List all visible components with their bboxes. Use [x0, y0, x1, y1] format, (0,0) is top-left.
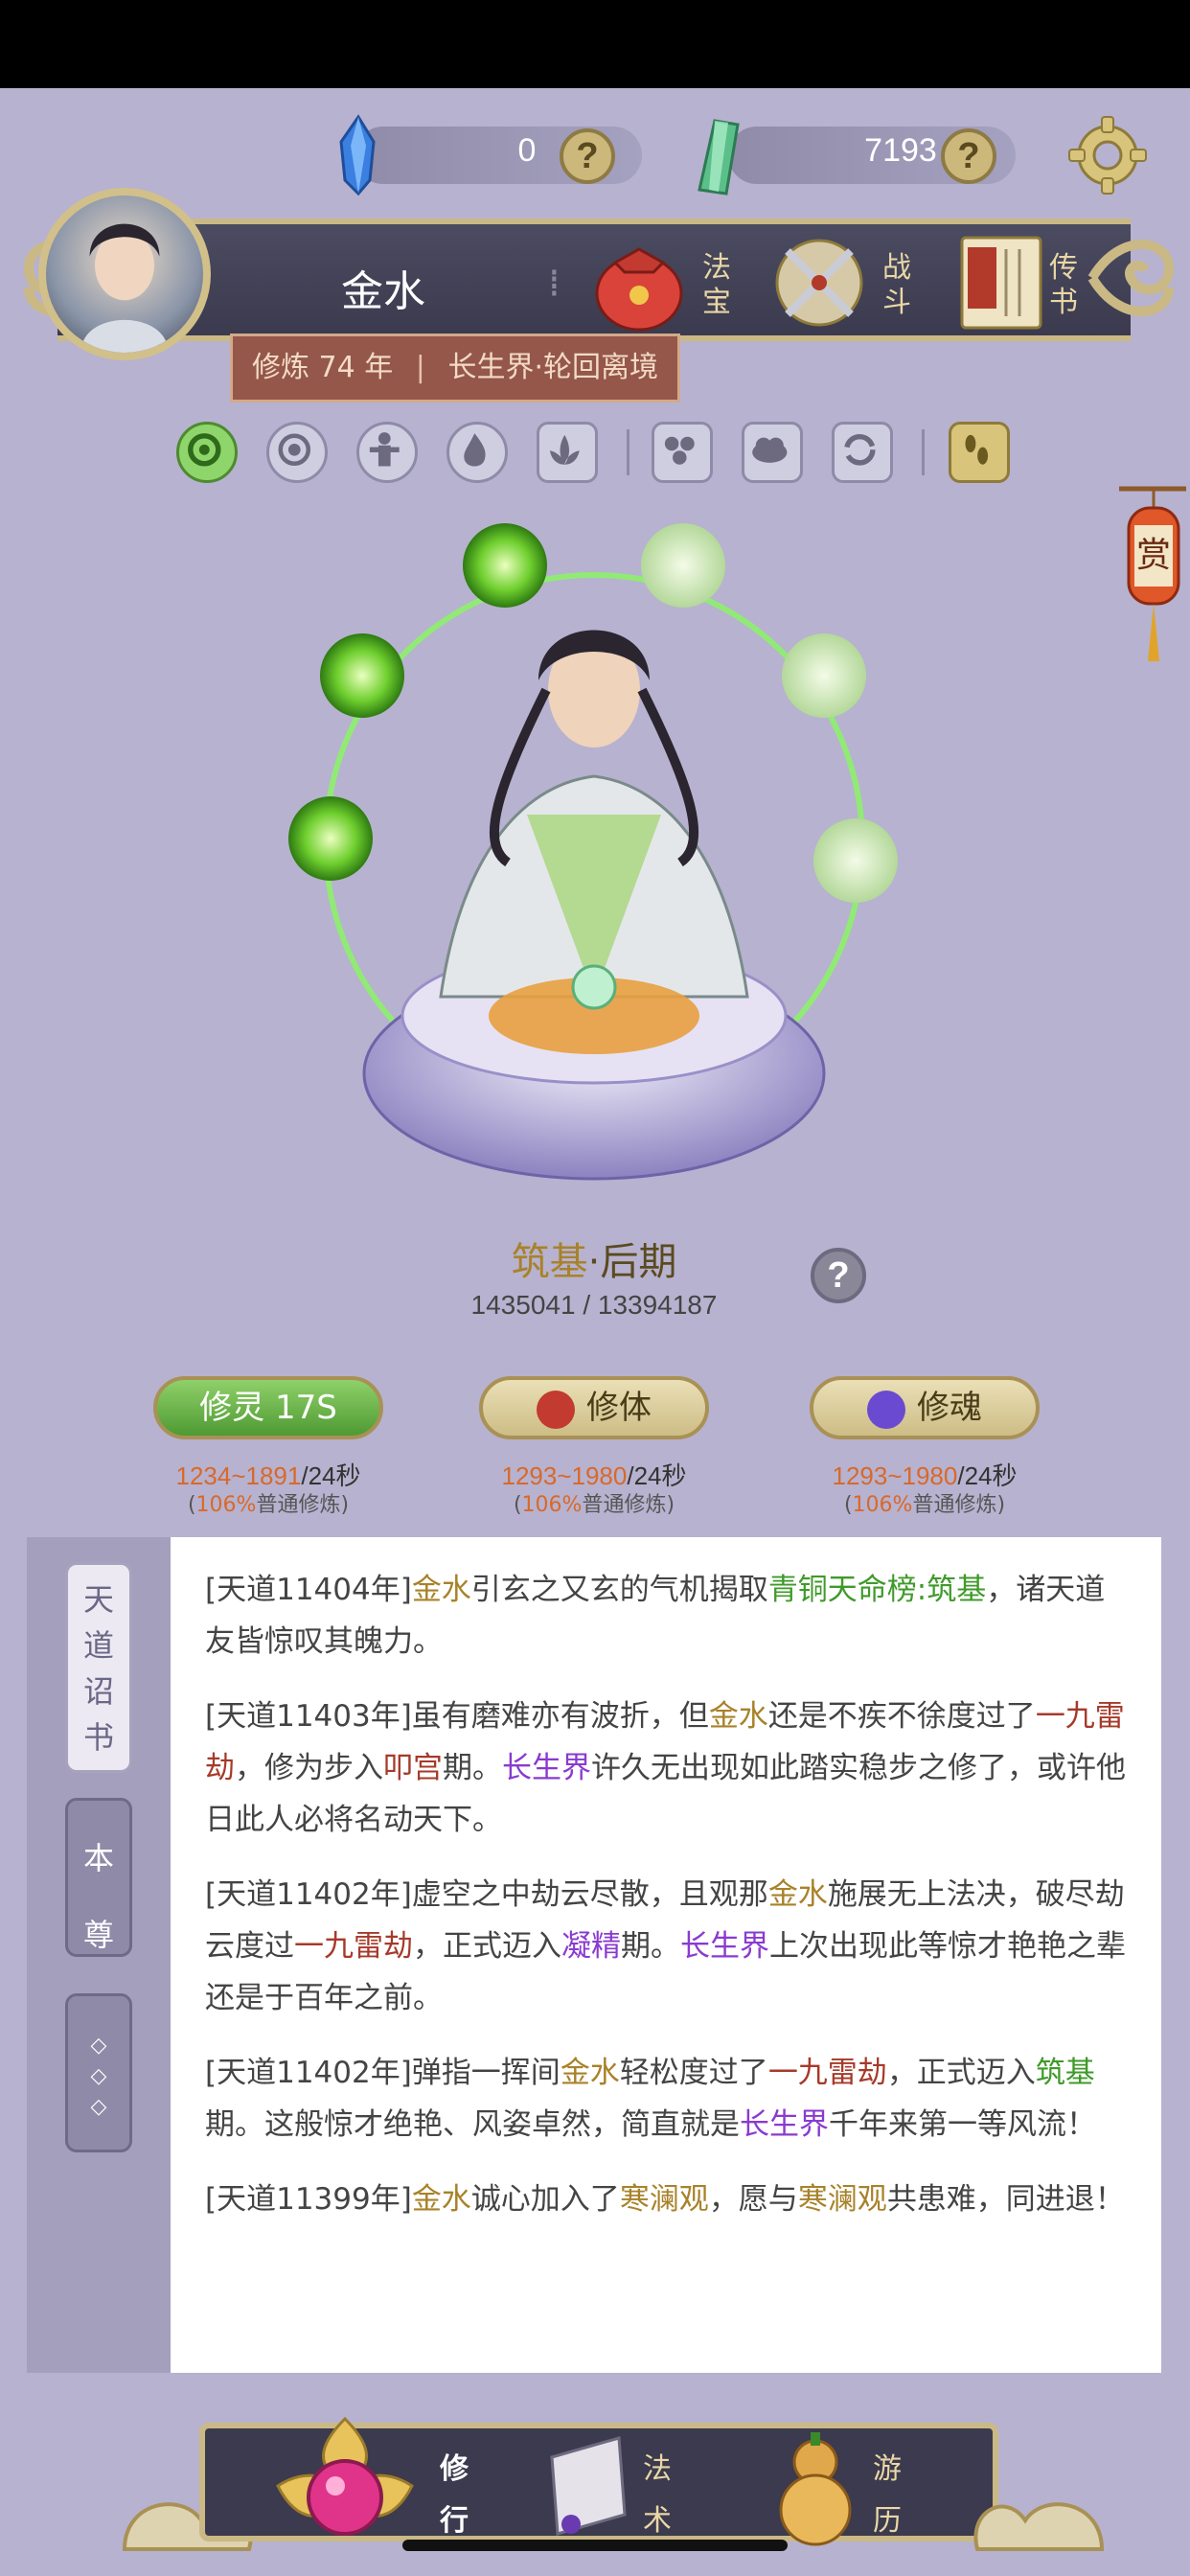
- log-entry: [天道11403年]虽有磨难亦有波折，但金水还是不疾不徐度过了一九雷劫，修为步入…: [205, 1699, 1126, 1837]
- realm-help-button[interactable]: ?: [811, 1248, 866, 1303]
- tab-divider: [627, 429, 629, 475]
- scroll-book-icon: [960, 236, 1042, 330]
- train-spirit-note: (106%普通修炼): [187, 1493, 350, 1517]
- nav-travel-label: 游历: [873, 2452, 902, 2538]
- lantern-label: 赏: [1135, 536, 1171, 575]
- flame-icon: [464, 433, 486, 467]
- train-spirit: 修灵 17S 1234~1891/24秒 (106%普通修炼): [125, 1361, 412, 1517]
- cultivation-years: 修炼 74 年: [252, 351, 394, 384]
- footprints-icon: [965, 434, 989, 465]
- ring-icon: [188, 433, 221, 467]
- crossed-swords-icon: [775, 239, 863, 327]
- log-entry: [天道11402年]弹指一挥间金水轻松度过了一九雷劫，正式迈入筑基期。这般惊才绝…: [205, 2056, 1096, 2142]
- lotus-icon: [549, 434, 580, 465]
- tab-self[interactable]: 本尊: [65, 1798, 132, 1957]
- realm-title: 筑基·后期 1435041 / 13394187: [364, 1230, 824, 1336]
- crystal-icon: [339, 114, 376, 196]
- tab-body[interactable]: [356, 422, 418, 483]
- cultivation-tab-row: [172, 422, 1016, 489]
- tab-more[interactable]: ◇◇◇: [65, 1993, 132, 2152]
- message-book-label: 传书: [1049, 251, 1078, 319]
- tab-fire[interactable]: [446, 422, 508, 483]
- cultivation-info-strip: 修炼 74 年 | 长生界·轮回离境: [230, 334, 680, 402]
- battle-menu-button[interactable]: 战斗: [767, 230, 920, 335]
- log-entry: [天道11404年]金水引玄之又玄的气机揭取青铜天命榜:筑基，诸天道友皆惊叹其魄…: [205, 1573, 1106, 1659]
- lotus-orb-icon: [276, 2416, 414, 2536]
- train-soul: 修魂 1293~1980/24秒 (106%普通修炼): [781, 1361, 1068, 1517]
- log-entry: [天道11402年]虚空之中劫云尽散，且观那金水施展无上法决，破尽劫云度过一九雷…: [205, 1877, 1126, 2015]
- train-body-button[interactable]: 修体: [479, 1376, 709, 1439]
- chronicle-side-tabs: 天道诏书 本尊 ◇◇◇: [27, 1537, 171, 2373]
- scroll-icon: [550, 2436, 627, 2536]
- soul-training-icon: [867, 1390, 905, 1429]
- tab-aura[interactable]: [266, 422, 328, 483]
- tab-cloud[interactable]: [742, 422, 803, 483]
- gourd-icon: [779, 2432, 852, 2546]
- tab-formation[interactable]: [652, 422, 713, 483]
- world-location: 长生界·轮回离境: [447, 351, 658, 384]
- nav-spells-label: 法术: [643, 2452, 672, 2538]
- battle-label: 战斗: [882, 251, 911, 319]
- figure-icon: [369, 432, 400, 467]
- train-spirit-button[interactable]: 修灵 17S: [153, 1376, 383, 1439]
- divider: ⁞: [548, 262, 561, 306]
- train-body-note: (106%普通修炼): [513, 1493, 675, 1517]
- spirit-stone-counter: 0 ?: [316, 113, 642, 197]
- message-book-button[interactable]: 传书: [949, 230, 1102, 335]
- realm-progress: 1435041 / 13394187: [470, 1290, 718, 1320]
- tab-heavenly-edict[interactable]: 天道诏书: [65, 1562, 132, 1773]
- train-body: 修体 1293~1980/24秒 (106%普通修炼): [450, 1361, 738, 1517]
- tab-divider: [922, 429, 925, 475]
- tab-cycle[interactable]: [832, 422, 893, 483]
- portrait-icon: [80, 223, 169, 353]
- swirl-icon: [278, 433, 311, 467]
- cloud-icon: [752, 437, 788, 463]
- realm-name: 筑基·后期: [511, 1240, 677, 1284]
- player-avatar[interactable]: [38, 188, 211, 360]
- reward-lantern[interactable]: 赏: [1115, 479, 1190, 671]
- jade-counter: 7193 ?: [680, 113, 1016, 197]
- chronicle-log: [天道11404年]金水引玄之又玄的气机揭取青铜天命榜:筑基，诸天道友皆惊叹其魄…: [171, 1537, 1161, 2373]
- refresh-icon: [843, 433, 876, 466]
- nav-travel[interactable]: 游历: [763, 2409, 916, 2563]
- jade-help-button[interactable]: ?: [941, 128, 996, 184]
- train-soul-note: (106%普通修炼): [843, 1493, 1006, 1517]
- tab-spirit-ring[interactable]: [176, 422, 238, 483]
- player-name: 金水: [341, 267, 425, 316]
- meditating-cultivator-figure: [288, 523, 898, 1181]
- formation-icon: [664, 436, 695, 465]
- status-bar: [0, 0, 1190, 88]
- treasure-bag-icon: [595, 247, 683, 332]
- jade-icon: [698, 119, 740, 196]
- cloud-ornament-bottom-right: [973, 2502, 1105, 2551]
- nav-cultivate-label: 修行: [440, 2452, 469, 2538]
- treasure-label: 法宝: [702, 251, 731, 319]
- spirit-stone-help-button[interactable]: ?: [560, 128, 615, 184]
- settings-gear-icon[interactable]: [1065, 113, 1150, 197]
- tab-lotus[interactable]: [537, 422, 598, 483]
- tab-footsteps[interactable]: [949, 422, 1010, 483]
- body-training-icon: [537, 1390, 575, 1429]
- home-indicator[interactable]: [402, 2540, 788, 2551]
- train-soul-button[interactable]: 修魂: [810, 1376, 1040, 1439]
- treasure-menu-button[interactable]: 法宝: [586, 230, 740, 335]
- log-entry: [天道11399年]金水诚心加入了寒澜观，愿与寒澜观共患难，同进退！: [205, 2182, 1125, 2217]
